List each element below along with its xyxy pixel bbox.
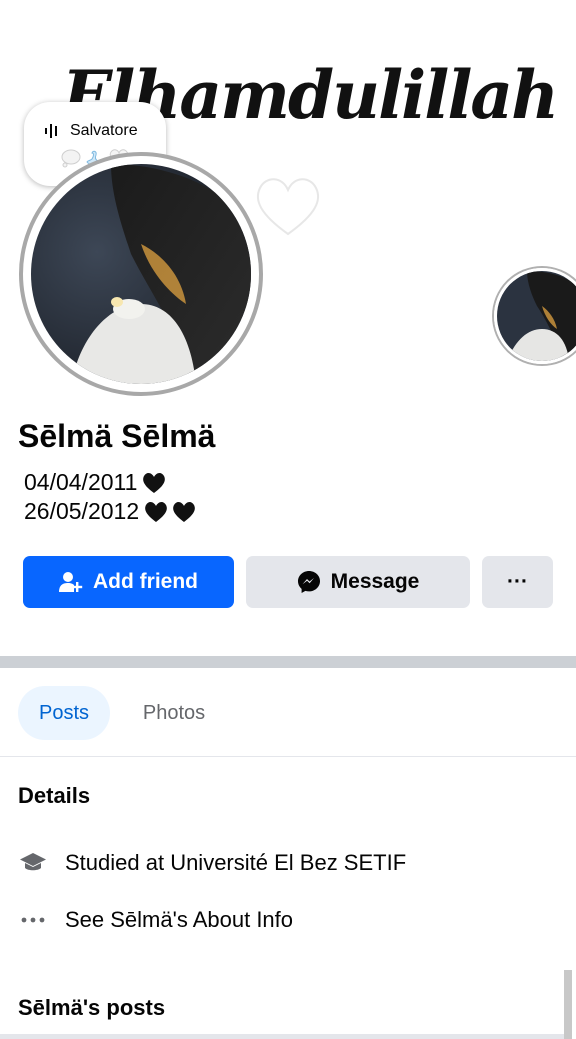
thumbnail-image <box>497 271 576 361</box>
profile-picture-frame[interactable] <box>19 152 263 396</box>
black-heart-icon <box>173 501 195 522</box>
section-divider <box>0 656 576 668</box>
posts-heading: Sēlmä's posts <box>18 995 166 1020</box>
note-song-label: Salvatore <box>70 122 138 139</box>
graduation-cap-icon <box>20 853 46 871</box>
add-friend-icon <box>59 572 83 592</box>
black-heart-icon <box>145 501 167 522</box>
education-text: Studied at Université El Bez SETIF <box>65 850 407 875</box>
about-info-link[interactable]: See Sēlmä's About Info <box>18 905 293 935</box>
education-detail[interactable]: Studied at Université El Bez SETIF <box>18 848 406 878</box>
about-info-text: See Sēlmä's About Info <box>65 907 294 932</box>
messenger-icon <box>297 571 320 593</box>
add-friend-label: Add friend <box>93 570 198 593</box>
heart-outline-icon <box>256 178 320 236</box>
posts-divider <box>0 1034 564 1039</box>
bio-line-1: 04/04/2011 <box>24 468 197 497</box>
bio-date-1: 04/04/2011 <box>24 469 138 495</box>
bio-date-2: 26/05/2012 <box>24 498 140 524</box>
scrollbar[interactable] <box>564 970 572 1039</box>
profile-name: Sēlmä Sēlmä <box>18 418 216 454</box>
tab-photos[interactable]: Photos <box>124 686 224 740</box>
bio-line-2: 26/05/2012 <box>24 497 197 526</box>
details-heading: Details <box>18 783 91 808</box>
ellipsis-icon <box>21 917 45 923</box>
tabs-divider <box>0 756 576 757</box>
message-button[interactable]: Message <box>246 556 470 608</box>
tab-posts[interactable]: Posts <box>18 686 110 740</box>
more-options-icon: ··· <box>507 570 528 593</box>
audio-bars-icon <box>45 124 57 138</box>
black-heart-icon <box>143 472 166 493</box>
profile-photo-image <box>31 164 251 384</box>
profile-picture <box>31 164 251 384</box>
more-options-button[interactable]: ··· <box>482 556 553 608</box>
thought-bubble-icon <box>61 149 81 168</box>
profile-bio: 04/04/2011 26/05/2012 <box>24 468 197 526</box>
message-label: Message <box>330 570 420 593</box>
add-friend-button[interactable]: Add friend <box>23 556 234 608</box>
